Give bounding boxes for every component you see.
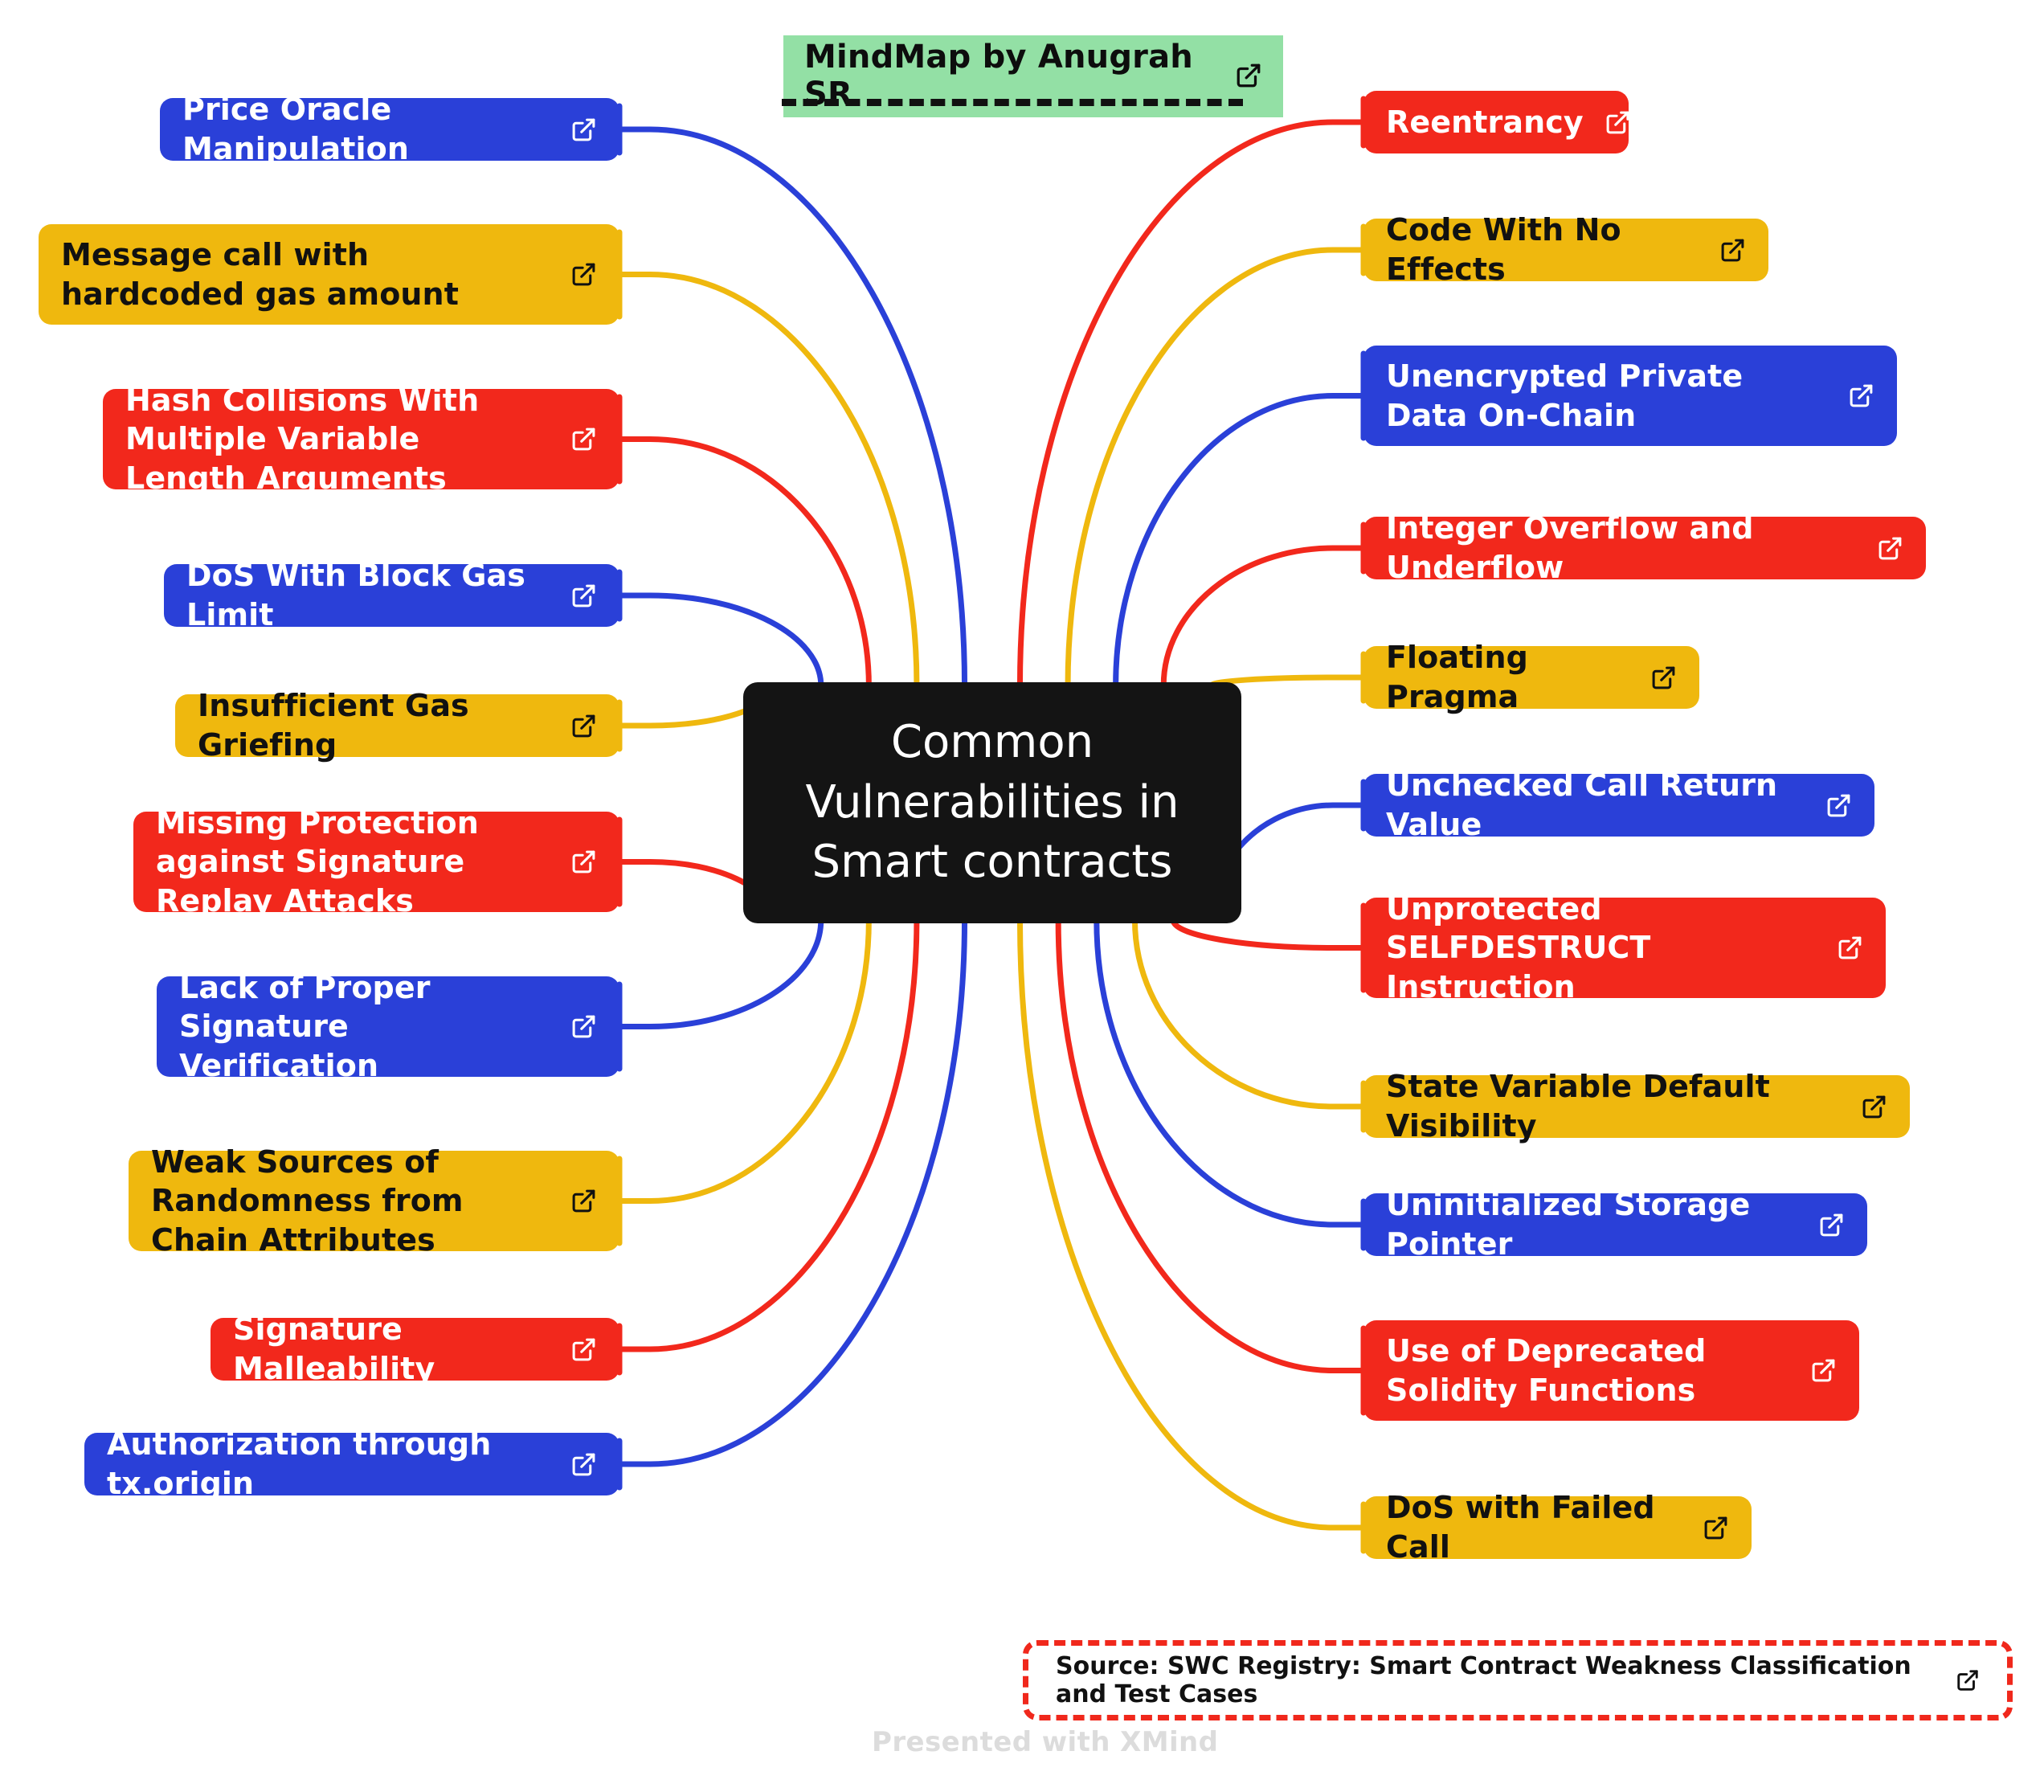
external-link-icon[interactable] bbox=[1810, 1357, 1837, 1384]
external-link-icon[interactable] bbox=[1818, 1212, 1845, 1238]
branch-node-label: DoS With Block Gas Limit bbox=[186, 558, 526, 632]
branch-node-label: Floating Pragma bbox=[1386, 640, 1528, 714]
branch-node-label: Hash Collisions With Multiple Variable L… bbox=[125, 382, 480, 496]
branch-node-right-2[interactable]: Unencrypted Private Data On-Chain bbox=[1363, 346, 1897, 446]
branch-node-label: Lack of Proper Signature Verification bbox=[179, 969, 431, 1083]
branch-connector bbox=[1131, 917, 1367, 1110]
branch-node-left-5[interactable]: Missing Protection against Signature Rep… bbox=[133, 805, 619, 919]
title-underline bbox=[782, 99, 1243, 106]
branch-node-right-7[interactable]: State Variable Default Visibility bbox=[1363, 1069, 1910, 1144]
external-link-icon[interactable] bbox=[1837, 935, 1863, 961]
external-link-icon[interactable] bbox=[570, 1336, 597, 1363]
branch-node-right-5[interactable]: Unchecked Call Return Value bbox=[1363, 767, 1874, 842]
branch-connector bbox=[616, 272, 920, 689]
branch-node-left-8[interactable]: Signature Malleability bbox=[211, 1311, 619, 1386]
branch-node-left-6[interactable]: Lack of Proper Signature Verification bbox=[157, 970, 619, 1083]
branch-node-label: Uninitialized Storage Pointer bbox=[1386, 1187, 1751, 1262]
external-link-icon[interactable] bbox=[1877, 535, 1903, 562]
external-link-icon[interactable] bbox=[1235, 62, 1262, 89]
branch-node-label: Weak Sources of Randomness from Chain At… bbox=[151, 1144, 464, 1258]
branch-connector bbox=[616, 917, 968, 1467]
branch-node-right-6[interactable]: Unprotected SELFDESTRUCT Instruction bbox=[1363, 891, 1886, 1004]
branch-node-right-0[interactable]: Reentrancy bbox=[1363, 91, 1629, 153]
external-link-icon[interactable] bbox=[570, 261, 597, 288]
branch-connector bbox=[1094, 917, 1367, 1228]
external-link-icon[interactable] bbox=[1956, 1668, 1980, 1692]
branch-connector bbox=[1170, 917, 1367, 951]
branch-node-left-3[interactable]: DoS With Block Gas Limit bbox=[164, 558, 619, 632]
external-link-icon[interactable] bbox=[570, 713, 597, 739]
branch-connector bbox=[1016, 119, 1367, 689]
branch-connector bbox=[616, 917, 920, 1352]
branch-node-label: DoS with Failed Call bbox=[1386, 1490, 1655, 1565]
branch-node-left-4[interactable]: Insufficient Gas Griefing bbox=[175, 688, 619, 763]
branch-node-right-4[interactable]: Floating Pragma bbox=[1363, 640, 1699, 714]
branch-node-label: Unprotected SELFDESTRUCT Instruction bbox=[1386, 890, 1651, 1004]
branch-node-left-9[interactable]: Authorization through tx.origin bbox=[84, 1426, 619, 1501]
branch-connector bbox=[1160, 545, 1367, 689]
branch-node-label: Reentrancy bbox=[1386, 104, 1584, 140]
external-link-icon[interactable] bbox=[570, 1188, 597, 1214]
external-link-icon[interactable] bbox=[570, 849, 597, 875]
branch-node-label: Message call with hardcoded gas amount bbox=[61, 236, 459, 312]
branch-node-left-7[interactable]: Weak Sources of Randomness from Chain At… bbox=[129, 1144, 619, 1258]
branch-node-left-1[interactable]: Message call with hardcoded gas amount bbox=[39, 224, 619, 325]
external-link-icon[interactable] bbox=[570, 583, 597, 609]
footer-credit: Presented with XMind bbox=[872, 1726, 1219, 1758]
branch-node-label: Unchecked Call Return Value bbox=[1386, 767, 1778, 842]
external-link-icon[interactable] bbox=[1825, 792, 1852, 819]
branch-connector bbox=[616, 917, 824, 1029]
branch-node-label: Missing Protection against Signature Rep… bbox=[156, 804, 479, 919]
external-link-icon[interactable] bbox=[570, 117, 597, 143]
external-link-icon[interactable] bbox=[1703, 1515, 1729, 1541]
branch-node-label: Use of Deprecated Solidity Functions bbox=[1386, 1332, 1707, 1408]
source-box[interactable]: Source: SWC Registry: Smart Contract Wea… bbox=[1023, 1640, 2013, 1720]
branch-connector bbox=[1016, 917, 1367, 1531]
branch-connector bbox=[1055, 917, 1367, 1373]
branch-node-right-3[interactable]: Integer Overflow and Underflow bbox=[1363, 510, 1926, 585]
center-node-label: Common Vulnerabilities in Smart contract… bbox=[805, 716, 1179, 889]
branch-connector bbox=[616, 126, 968, 689]
external-link-icon[interactable] bbox=[570, 426, 597, 452]
branch-node-label: Authorization through tx.origin bbox=[107, 1426, 492, 1501]
branch-node-label: Price Oracle Manipulation bbox=[182, 92, 410, 166]
external-link-icon[interactable] bbox=[1848, 383, 1874, 409]
external-link-icon[interactable] bbox=[570, 1451, 597, 1478]
external-link-icon[interactable] bbox=[1861, 1094, 1887, 1120]
branch-node-label: Unencrypted Private Data On-Chain bbox=[1386, 358, 1744, 433]
external-link-icon[interactable] bbox=[1650, 665, 1677, 691]
branch-node-label: Code With No Effects bbox=[1386, 212, 1621, 287]
external-link-icon[interactable] bbox=[570, 1013, 597, 1040]
branch-node-right-9[interactable]: Use of Deprecated Solidity Functions bbox=[1363, 1320, 1859, 1421]
branch-node-left-2[interactable]: Hash Collisions With Multiple Variable L… bbox=[103, 383, 619, 496]
mindmap-canvas: MindMap by Anugrah SR Common Vulnerabili… bbox=[0, 0, 2044, 1792]
branch-node-right-10[interactable]: DoS with Failed Call bbox=[1363, 1490, 1752, 1565]
branch-connector bbox=[616, 592, 824, 689]
branch-node-left-0[interactable]: Price Oracle Manipulation bbox=[160, 92, 619, 166]
branch-node-label: Signature Malleability bbox=[233, 1311, 435, 1386]
branch-node-label: State Variable Default Visibility bbox=[1386, 1069, 1770, 1144]
branch-node-label: Integer Overflow and Underflow bbox=[1386, 510, 1754, 585]
branch-connector bbox=[1065, 247, 1367, 689]
external-link-icon[interactable] bbox=[1719, 237, 1746, 264]
branch-connector bbox=[616, 917, 872, 1204]
source-label: Source: SWC Registry: Smart Contract Wea… bbox=[1056, 1652, 1911, 1708]
branch-node-label: Insufficient Gas Griefing bbox=[198, 688, 469, 763]
external-link-icon[interactable] bbox=[1605, 109, 1631, 136]
branch-connector bbox=[616, 436, 872, 689]
branch-node-right-8[interactable]: Uninitialized Storage Pointer bbox=[1363, 1187, 1867, 1262]
branch-node-right-1[interactable]: Code With No Effects bbox=[1363, 212, 1768, 287]
branch-connector bbox=[1113, 393, 1367, 689]
center-node[interactable]: Common Vulnerabilities in Smart contract… bbox=[743, 682, 1241, 923]
